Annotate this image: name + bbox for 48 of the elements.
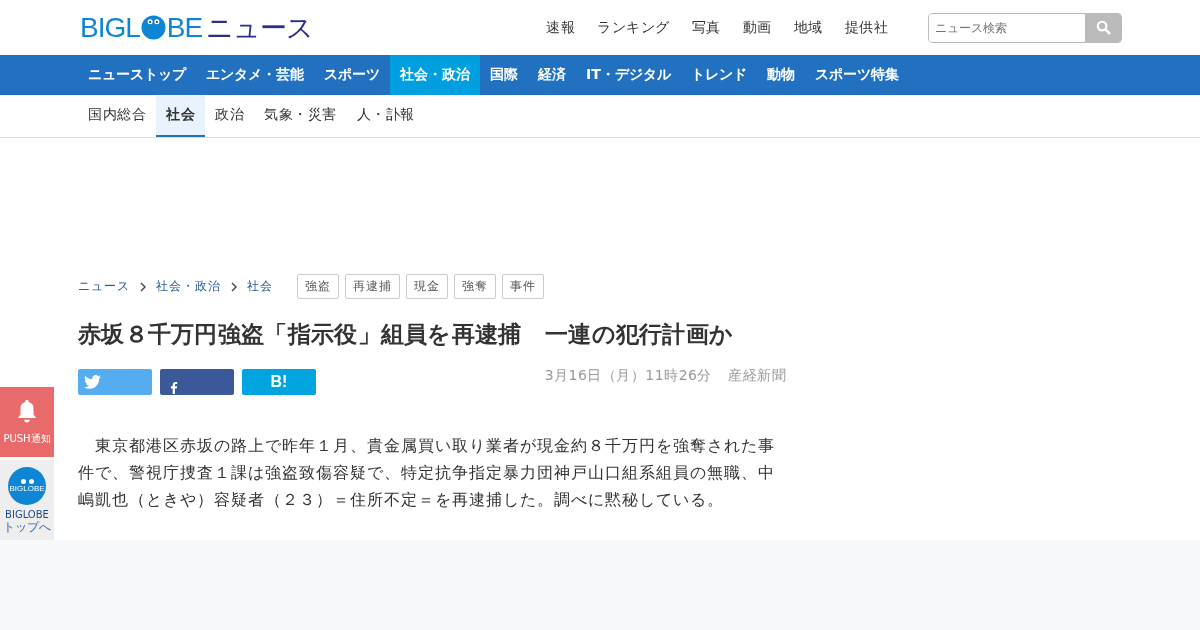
nav-tab[interactable]: トレンド — [680, 55, 757, 95]
article-body: 東京都港区赤坂の路上で昨年１月、貴金属買い取り業者が現金約８千万円を強奪された事件で、警視庁捜査１課は強盗致傷容疑で、特定抗争指定暴力団神戸山口組系組員の無職、中嶋凱也（ときや）容疑者（２３）＝住所不定＝を再逮捕した。調べに黙秘している。 — [78, 435, 776, 511]
breadcrumb-link[interactable]: 社会 — [247, 278, 273, 295]
search-button[interactable] — [1085, 13, 1121, 42]
sub-nav-tab[interactable]: 人・訃報 — [346, 95, 425, 137]
sub-nav-tab[interactable]: 社会 — [156, 95, 205, 137]
search-icon — [1095, 20, 1111, 35]
search-field[interactable]: ニュース検索 — [928, 12, 1122, 43]
chevron-icon — [140, 281, 146, 292]
nav-tab[interactable]: スポーツ — [314, 55, 390, 95]
logo-text[interactable]: BE — [166, 11, 203, 44]
nav-tab[interactable]: 国際 — [480, 55, 528, 95]
nav-tab[interactable]: ニューストップ — [78, 55, 196, 95]
bell-icon — [16, 398, 38, 424]
sub-nav-tab[interactable]: 国内総合 — [78, 95, 156, 137]
breadcrumb-link[interactable]: ニュース — [78, 278, 130, 295]
tag-link[interactable]: 事件 — [502, 274, 544, 299]
header-link[interactable]: 速報 — [546, 18, 575, 37]
nav-tab[interactable]: エンタメ・芸能 — [196, 55, 314, 95]
globe-logo-icon — [140, 15, 166, 40]
globe-logo-icon: BIGLOBE — [8, 466, 46, 505]
tag-link[interactable]: 強盗 — [297, 274, 339, 299]
nav-tab[interactable]: スポーツ特集 — [804, 55, 909, 95]
header-link[interactable]: 動画 — [742, 18, 772, 37]
tag-link[interactable]: 現金 — [406, 274, 448, 299]
header-link[interactable]: 写真 — [691, 18, 721, 37]
biglobe-top-button[interactable]: BIGLOBE BIGLOBE トップへ — [0, 460, 54, 540]
publish-date: 3月16日（月）11時26分 — [544, 367, 712, 385]
sub-nav-tab[interactable]: 政治 — [205, 95, 254, 137]
facebook-share-button[interactable] — [160, 369, 234, 395]
sub-nav-tab[interactable]: 気象・災害 — [254, 95, 347, 137]
facebook-icon — [170, 380, 178, 394]
header-link[interactable]: 地域 — [793, 18, 823, 37]
header-link[interactable]: 提供社 — [844, 18, 888, 37]
logo-text[interactable]: BIGL — [80, 11, 140, 44]
header-link[interactable]: ランキング — [597, 18, 670, 37]
tag-link[interactable]: 再逮捕 — [345, 274, 400, 299]
tag-link[interactable]: 強奪 — [454, 274, 496, 299]
breadcrumb-link[interactable]: 社会・政治 — [156, 278, 221, 295]
nav-tab[interactable]: 動物 — [756, 55, 805, 95]
article-source: 産経新聞 — [728, 367, 786, 385]
nav-tab[interactable]: 経済 — [528, 55, 576, 95]
twitter-share-button[interactable] — [78, 369, 152, 395]
chevron-icon — [231, 281, 237, 292]
logo-suffix[interactable]: ニュース — [206, 9, 314, 46]
article-title: 赤坂８千万円強盗「指示役」組員を再逮捕 一連の犯行計画か — [78, 320, 735, 349]
nav-tab[interactable]: IT・デジタル — [576, 55, 681, 95]
bird-icon — [84, 375, 101, 389]
